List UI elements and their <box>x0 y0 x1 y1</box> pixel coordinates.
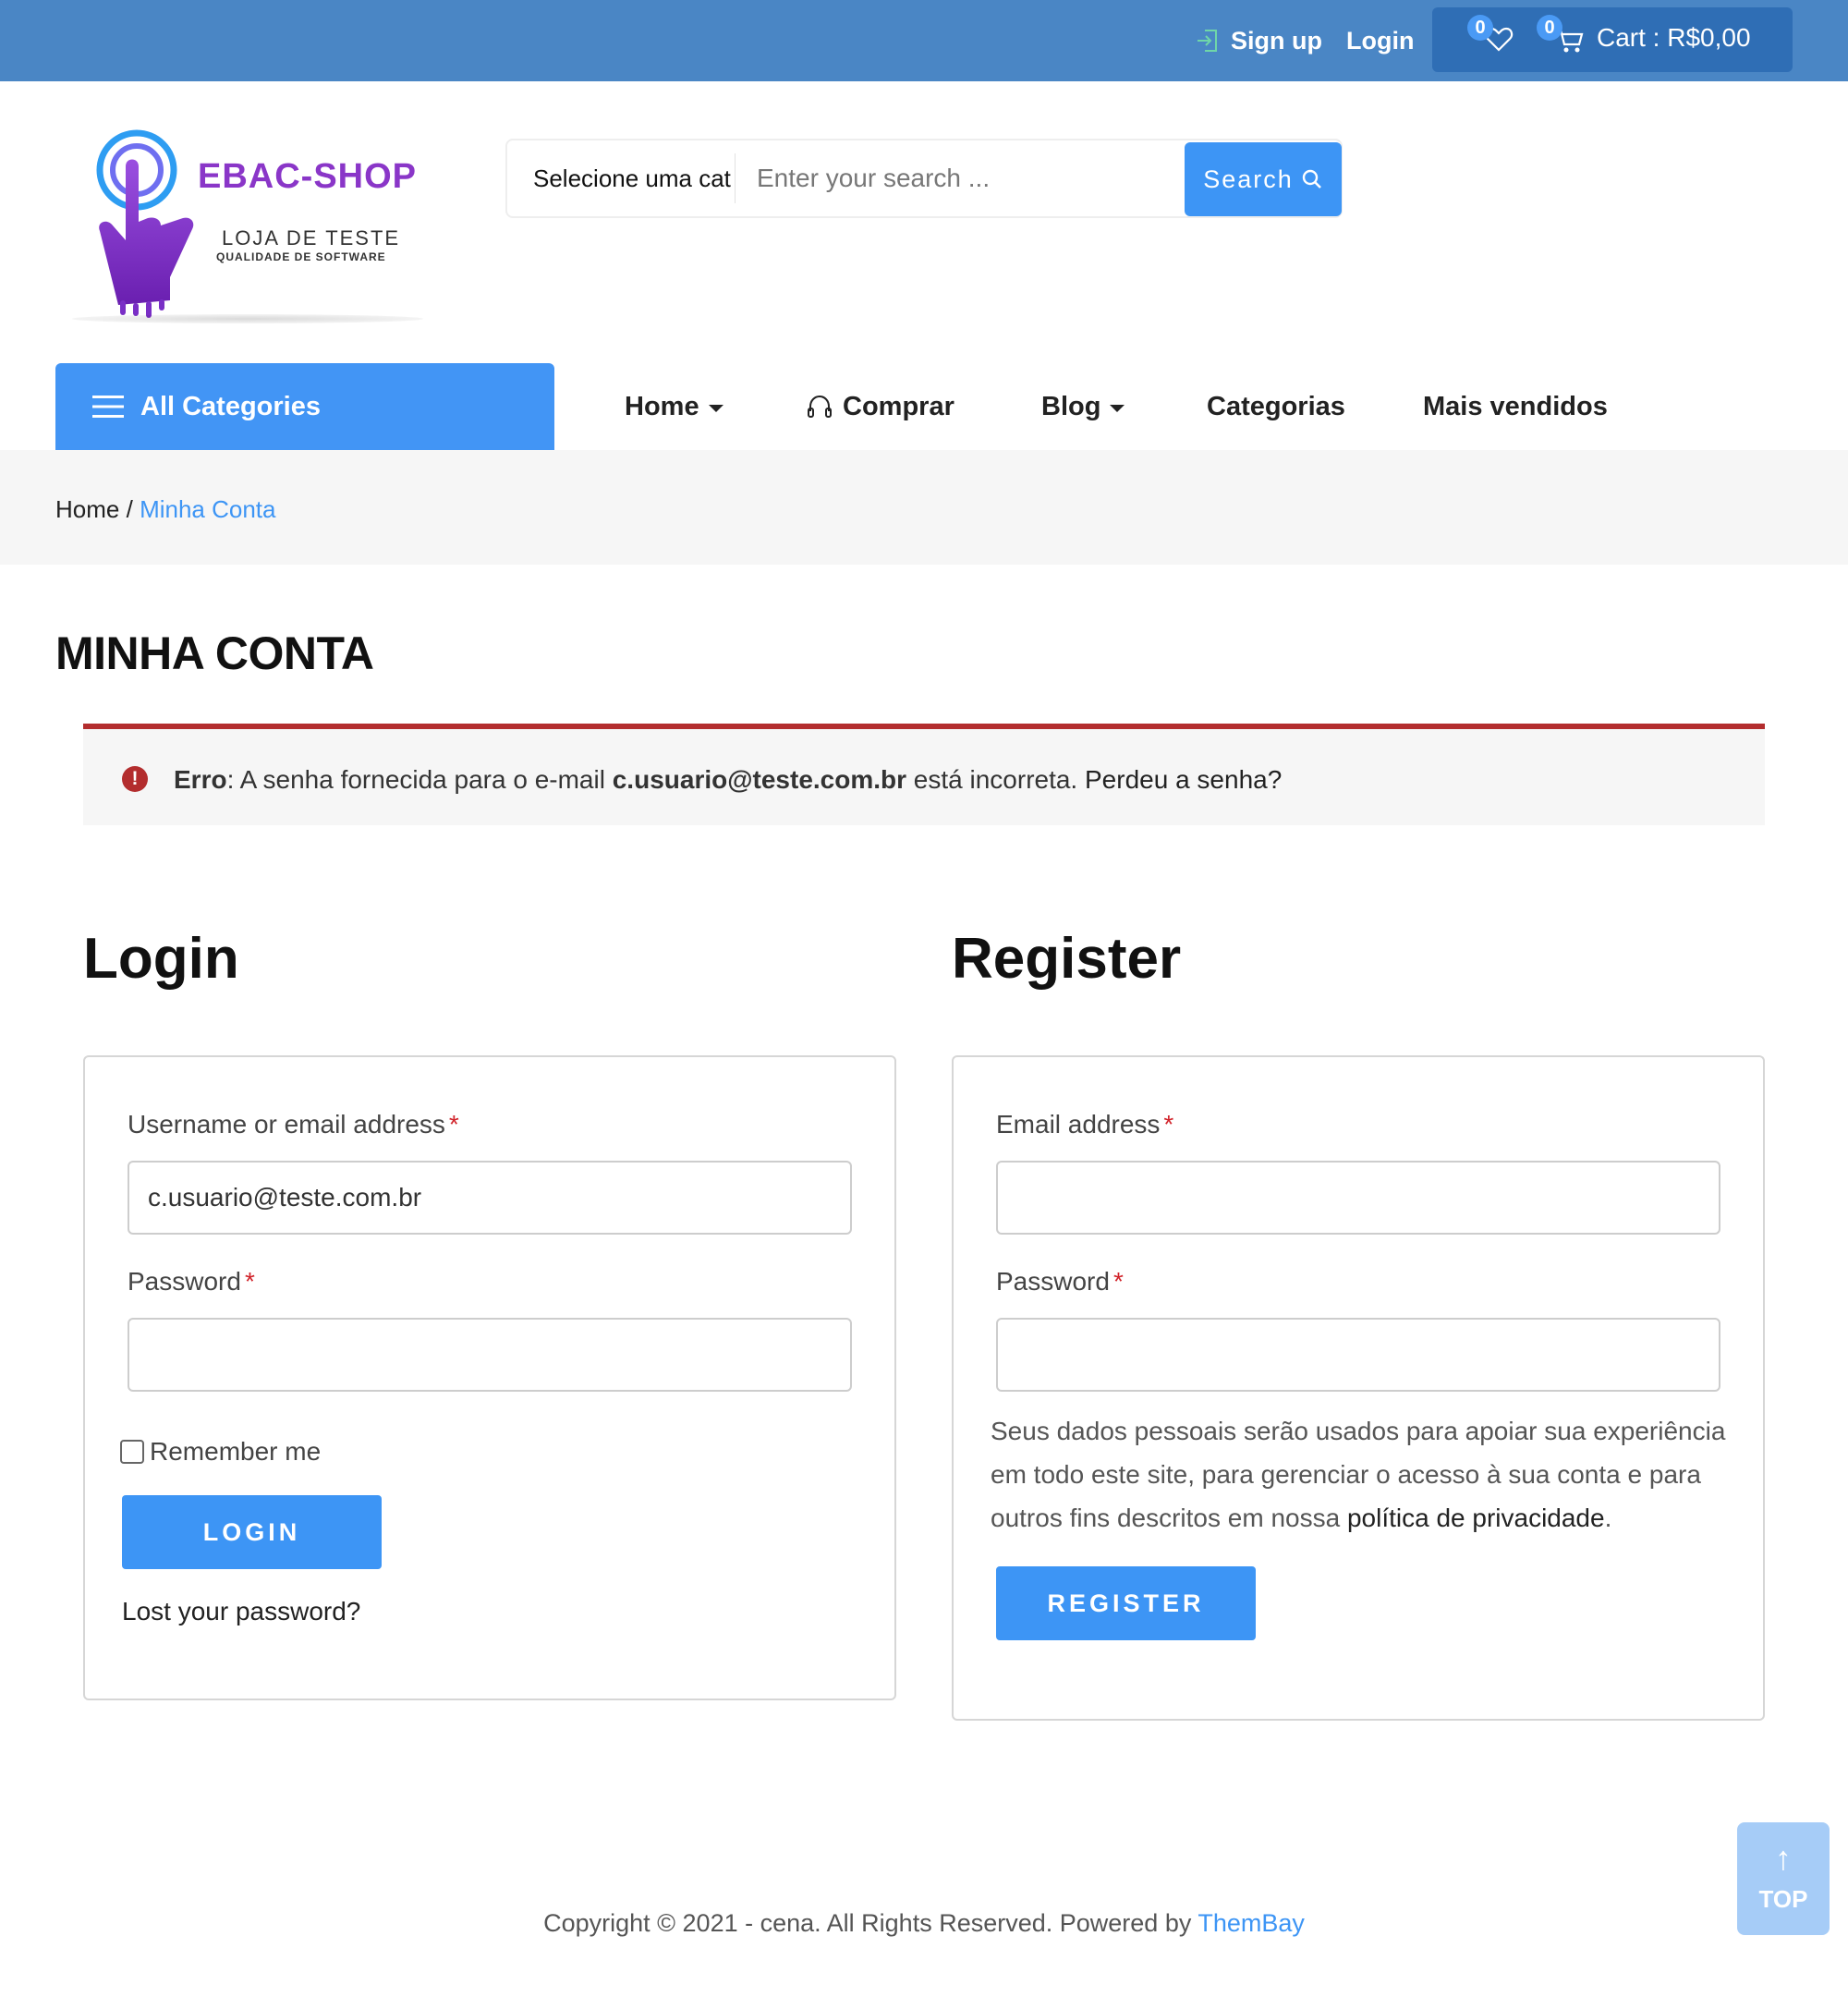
nav-item-comprar[interactable]: Comprar <box>806 363 954 450</box>
register-password-input[interactable] <box>996 1318 1720 1392</box>
remember-me[interactable]: Remember me <box>120 1437 321 1467</box>
cart-count-badge: 0 <box>1537 15 1562 41</box>
all-categories-button[interactable]: All Categories <box>55 363 554 450</box>
hamburger-menu-icon <box>92 396 124 418</box>
all-categories-label: All Categories <box>140 391 321 421</box>
register-password-label: Password * <box>996 1267 1124 1297</box>
username-label: Username or email address * <box>128 1110 459 1139</box>
register-email-label: Email address * <box>996 1110 1173 1139</box>
cart-total[interactable]: Cart : R$0,00 <box>1597 23 1751 53</box>
error-email: c.usuario@teste.com.br <box>612 765 907 794</box>
required-mark: * <box>244 1267 255 1296</box>
login-password-label-text: Password <box>128 1267 241 1296</box>
thembay-link[interactable]: ThemBay <box>1198 1909 1305 1937</box>
register-email-label-text: Email address <box>996 1110 1161 1138</box>
search-icon <box>1302 169 1321 189</box>
register-heading: Register <box>952 927 1182 991</box>
footer-copyright: Copyright © 2021 - cena. All Rights Rese… <box>0 1909 1848 1938</box>
search-input[interactable] <box>757 155 1163 201</box>
headphones-icon <box>808 395 832 418</box>
back-to-top-label: TOP <box>1758 1885 1808 1913</box>
lost-password-link[interactable]: Lost your password? <box>122 1597 360 1626</box>
error-notice: ! Erro: A senha fornecida para o e-mail … <box>83 724 1765 825</box>
login-link[interactable]: Login <box>1346 24 1414 57</box>
required-mark: * <box>448 1110 459 1138</box>
breadcrumb: Home / Minha Conta <box>55 495 275 524</box>
search-button-label: Search <box>1203 164 1294 193</box>
nav-item-categorias[interactable]: Categorias <box>1207 363 1345 450</box>
username-input[interactable] <box>128 1161 852 1235</box>
arrow-up-icon: ↑ <box>1775 1839 1792 1877</box>
error-text-1: : A senha fornecida para o e-mail <box>226 765 613 794</box>
privacy-end: . <box>1604 1504 1612 1532</box>
error-exclamation-icon: ! <box>122 766 148 792</box>
register-button[interactable]: REGISTER <box>996 1566 1256 1640</box>
login-heading: Login <box>83 927 239 991</box>
error-message: Erro: A senha fornecida para o e-mail c.… <box>174 765 1282 795</box>
login-button[interactable]: LOGIN <box>122 1495 382 1569</box>
register-email-input[interactable] <box>996 1161 1720 1235</box>
logo-tagline: QUALIDADE DE SOFTWARE <box>216 250 386 263</box>
chevron-down-icon <box>1110 405 1125 412</box>
signup-link[interactable]: Sign up <box>1194 24 1322 57</box>
lost-password-link[interactable]: Perdeu a senha? <box>1085 765 1282 794</box>
back-to-top-button[interactable]: ↑ TOP <box>1737 1822 1830 1935</box>
login-password-label: Password * <box>128 1267 255 1297</box>
chevron-down-icon <box>708 405 723 412</box>
nav-blog-label: Blog <box>1041 392 1101 421</box>
logo-brand: EBAC-SHOP <box>198 157 418 196</box>
nav-item-blog[interactable]: Blog <box>1041 363 1125 450</box>
search-button[interactable]: Search <box>1185 142 1342 216</box>
page-title: MINHA CONTA <box>55 627 374 679</box>
nav-categorias-label: Categorias <box>1207 392 1345 421</box>
breadcrumb-current: Minha Conta <box>140 495 276 523</box>
privacy-notice: Seus dados pessoais serão usados para ap… <box>991 1409 1730 1540</box>
copyright-text: Copyright © 2021 - cena. All Rights Rese… <box>543 1909 1198 1937</box>
breadcrumb-separator: / <box>126 495 133 523</box>
top-bar: Sign up Login 0 0 Cart : R$0,00 <box>0 0 1848 81</box>
remember-me-checkbox[interactable] <box>120 1440 144 1464</box>
nav-item-home[interactable]: Home <box>625 363 723 450</box>
logo-subtitle: LOJA DE TESTE <box>222 226 401 250</box>
breadcrumb-band <box>0 450 1848 565</box>
error-text-2: está incorreta. <box>906 765 1085 794</box>
site-logo[interactable]: EBAC-SHOP LOJA DE TESTE QUALIDADE DE SOF… <box>72 129 442 333</box>
required-mark: * <box>1163 1110 1174 1138</box>
breadcrumb-home[interactable]: Home <box>55 495 119 523</box>
category-select[interactable]: Selecione uma cat <box>533 140 731 216</box>
logo-shadow <box>72 314 423 323</box>
remember-me-label: Remember me <box>150 1437 322 1466</box>
privacy-policy-link[interactable]: política de privacidade <box>1347 1504 1605 1532</box>
cart-box: 0 0 Cart : R$0,00 <box>1432 7 1793 72</box>
username-label-text: Username or email address <box>128 1110 445 1138</box>
sign-in-icon <box>1198 30 1217 52</box>
nav-item-mais-vendidos[interactable]: Mais vendidos <box>1423 363 1608 450</box>
nav-comprar-label: Comprar <box>843 392 954 421</box>
search-bar: Selecione uma cat Search <box>505 139 1343 218</box>
required-mark: * <box>1112 1267 1124 1296</box>
signup-label: Sign up <box>1231 26 1322 55</box>
nav-mais-vendidos-label: Mais vendidos <box>1423 392 1608 421</box>
error-prefix: Erro <box>174 765 227 794</box>
nav-home-label: Home <box>625 392 699 421</box>
pointing-hand-logo-icon <box>96 129 194 318</box>
register-password-label-text: Password <box>996 1267 1110 1296</box>
wishlist-count-badge: 0 <box>1467 15 1493 41</box>
login-password-input[interactable] <box>128 1318 852 1392</box>
search-divider <box>735 153 736 203</box>
